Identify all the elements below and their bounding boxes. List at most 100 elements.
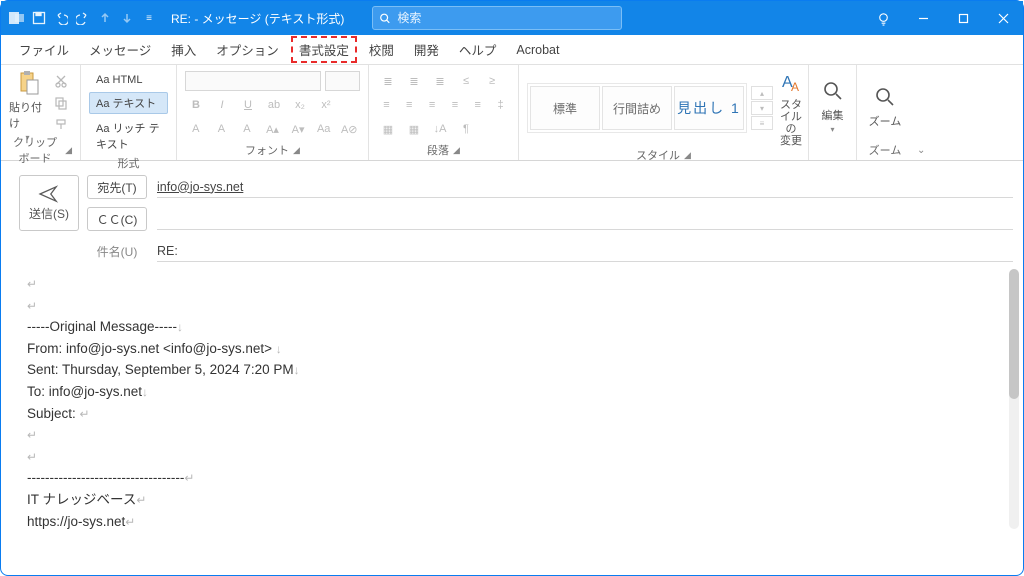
outlook-icon [9, 10, 25, 26]
format-painter-icon[interactable] [50, 115, 72, 135]
group-styles: 標準 行間詰め 見出し 1 ▴ ▾ ≡ AA スタイルの 変更 スタイル◢ [519, 65, 809, 160]
align-center-button[interactable]: ≡ [400, 95, 419, 115]
copy-icon[interactable] [50, 93, 72, 113]
grow-font-button[interactable]: A▴ [262, 119, 284, 139]
body-line: -----Original Message----- [27, 319, 177, 334]
indent-button[interactable]: ≥ [481, 71, 503, 91]
format-rich-button[interactable]: Aa リッチ テキスト [89, 117, 168, 155]
subject-label: 件名(U) [87, 239, 147, 263]
outdent-button[interactable]: ≤ [455, 71, 477, 91]
group-clipboard: 貼り付け ▾ クリップボード◢ [1, 65, 81, 160]
change-styles-label: スタイルの 変更 [777, 99, 805, 147]
style-heading1[interactable]: 見出し 1 [674, 86, 744, 130]
align-left-button[interactable]: ≡ [377, 95, 396, 115]
tab-review[interactable]: 校閲 [361, 36, 402, 63]
char-shading-button[interactable]: A [236, 119, 258, 139]
window-controls [903, 1, 1023, 35]
search-input[interactable] [397, 11, 615, 25]
superscript-button[interactable]: x² [315, 95, 337, 115]
dialog-launcher-icon[interactable]: ◢ [684, 150, 691, 161]
strike-button[interactable]: ab [263, 95, 285, 115]
justify-button[interactable]: ≡ [445, 95, 464, 115]
next-item-icon[interactable] [119, 10, 135, 26]
customize-qat-icon[interactable]: ≡ [141, 10, 157, 26]
font-color-button[interactable]: A [211, 119, 233, 139]
cut-icon[interactable] [50, 71, 72, 91]
font-family-select[interactable] [185, 71, 321, 91]
subscript-button[interactable]: x₂ [289, 95, 311, 115]
dialog-launcher-icon[interactable]: ◢ [65, 145, 72, 156]
change-case-button[interactable]: Aa [313, 119, 335, 139]
bold-button[interactable]: B [185, 95, 207, 115]
sort-button[interactable]: ↓A [429, 119, 451, 139]
italic-button[interactable]: I [211, 95, 233, 115]
minimize-button[interactable] [903, 1, 943, 35]
clipboard-label: クリップボード [9, 134, 61, 166]
save-icon[interactable] [31, 10, 47, 26]
tab-help[interactable]: ヘルプ [451, 36, 505, 63]
dialog-launcher-icon[interactable]: ◢ [453, 145, 460, 156]
format-html-button[interactable]: Aa HTML [89, 71, 168, 89]
change-styles-icon: AA [777, 69, 805, 97]
bullets-button[interactable]: ≣ [377, 71, 399, 91]
style-up-icon[interactable]: ▴ [751, 86, 773, 100]
zoom-label: ズーム [869, 142, 902, 158]
paste-icon [14, 69, 42, 97]
font-size-select[interactable] [325, 71, 360, 91]
style-normal[interactable]: 標準 [530, 86, 600, 130]
style-nospace[interactable]: 行間詰め [602, 86, 672, 130]
paste-button[interactable]: 貼り付け ▾ [9, 69, 46, 142]
title-bar: ≡ RE: - メッセージ (テキスト形式) [1, 1, 1023, 35]
tab-acrobat[interactable]: Acrobat [508, 39, 567, 61]
to-field[interactable]: info@jo-sys.net [157, 176, 1013, 198]
collapse-ribbon-icon[interactable]: ⌄ [917, 145, 925, 156]
zoom-icon [871, 83, 899, 111]
distribute-button[interactable]: ≡ [468, 95, 487, 115]
shading-button[interactable]: ▦ [377, 119, 399, 139]
linespacing-button[interactable]: ‡ [491, 95, 510, 115]
tab-dev[interactable]: 開発 [406, 36, 447, 63]
tab-message[interactable]: メッセージ [81, 36, 159, 63]
show-marks-button[interactable]: ¶ [455, 119, 477, 139]
borders-button[interactable]: ▦ [403, 119, 425, 139]
zoom-btn-label: ズーム [869, 113, 902, 129]
dialog-launcher-icon[interactable]: ◢ [293, 145, 300, 156]
redo-icon[interactable] [75, 10, 91, 26]
zoom-button[interactable]: ズーム [865, 69, 905, 142]
tab-option[interactable]: オプション [208, 36, 287, 63]
to-button[interactable]: 宛先(T) [87, 175, 147, 199]
tab-insert[interactable]: 挿入 [163, 36, 204, 63]
scrollbar-thumb[interactable] [1009, 269, 1019, 399]
numbering-button[interactable]: ≣ [403, 71, 425, 91]
change-styles-button[interactable]: AA スタイルの 変更 [777, 69, 805, 147]
maximize-button[interactable] [943, 1, 983, 35]
undo-icon[interactable] [53, 10, 69, 26]
search-box[interactable] [372, 6, 622, 30]
shrink-font-button[interactable]: A▾ [287, 119, 309, 139]
style-more-icon[interactable]: ≡ [751, 116, 773, 130]
format-label: 形式 [118, 155, 140, 171]
ribbon: 貼り付け ▾ クリップボード◢ Aa HTML Aa テキスト Aa リッチ テ… [1, 65, 1023, 161]
send-button[interactable]: 送信(S) [19, 175, 79, 231]
underline-button[interactable]: U [237, 95, 259, 115]
align-right-button[interactable]: ≡ [423, 95, 442, 115]
editing-button[interactable]: 編集 ▾ [817, 69, 848, 142]
tab-file[interactable]: ファイル [11, 36, 77, 63]
lightbulb-icon[interactable] [876, 11, 891, 26]
clear-format-button[interactable]: A⊘ [338, 119, 360, 139]
group-font: B I U ab x₂ x² A A A A▴ A▾ Aa A⊘ フォント◢ [177, 65, 369, 160]
para-label: 段落 [427, 142, 449, 158]
tab-format[interactable]: 書式設定 [291, 36, 357, 63]
highlight-button[interactable]: A [185, 119, 207, 139]
subject-field[interactable]: RE: [157, 240, 1013, 262]
multilevel-button[interactable]: ≣ [429, 71, 451, 91]
style-down-icon[interactable]: ▾ [751, 101, 773, 115]
compose-header: 送信(S) 宛先(T) info@jo-sys.net ＣＣ(C) 件名(U) … [1, 161, 1023, 269]
format-text-button[interactable]: Aa テキスト [89, 92, 168, 114]
close-button[interactable] [983, 1, 1023, 35]
cc-field[interactable] [157, 208, 1013, 230]
prev-item-icon[interactable] [97, 10, 113, 26]
body-line: https://jo-sys.net [27, 514, 125, 529]
mail-body[interactable]: ↵ ↵ -----Original Message-----↓ From: in… [1, 269, 1023, 542]
cc-button[interactable]: ＣＣ(C) [87, 207, 147, 231]
